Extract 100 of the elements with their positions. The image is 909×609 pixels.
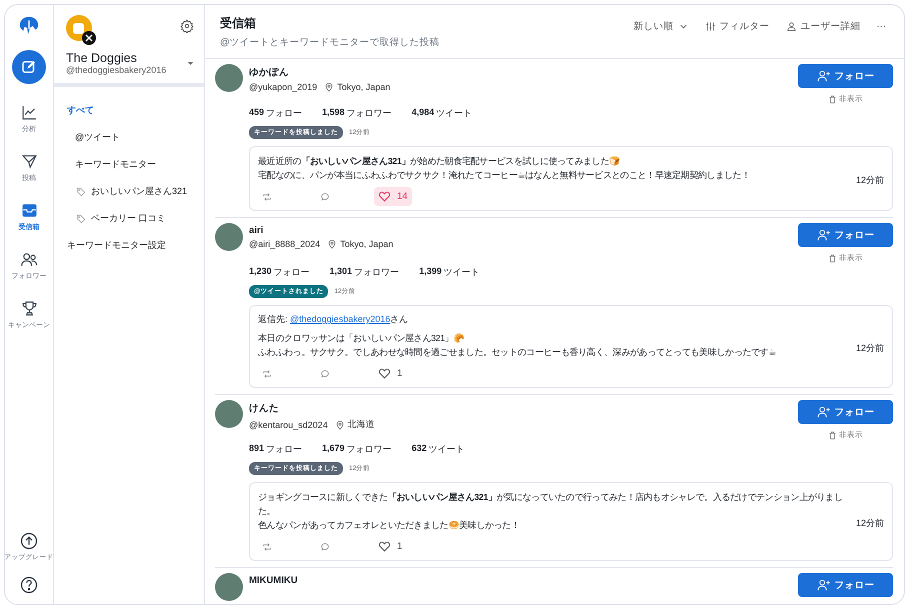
user-name: airi bbox=[249, 225, 264, 236]
stat-label: フォロー bbox=[266, 107, 302, 120]
reply-icon[interactable] bbox=[320, 192, 330, 202]
location-pin-icon bbox=[334, 420, 345, 430]
user-location: Tokyo, Japan bbox=[337, 82, 390, 92]
mention-link[interactable]: @thedoggiesbakery2016 bbox=[290, 314, 390, 324]
page-subtitle: @ツイートとキーワードモニターで取得した投稿 bbox=[220, 36, 440, 49]
reply-line: 返信先: @thedoggiesbakery2016さん bbox=[258, 313, 410, 326]
user-avatar bbox=[215, 573, 243, 602]
stat-value: 891 bbox=[249, 443, 264, 456]
follow-button[interactable]: フォロー bbox=[798, 400, 893, 424]
post-text: ジョギングコースに新しくできた「おいしいパン屋さん321」が気になっていたので行ってみた！店内もオシャレで。入るだけでテンション上がりました。 bbox=[258, 491, 844, 518]
like-button[interactable]: 1 bbox=[374, 364, 406, 384]
menu-item-label: ベーカリー 口コミ bbox=[91, 212, 166, 225]
retweet-icon[interactable] bbox=[262, 368, 272, 379]
menu-item[interactable]: ベーカリー 口コミ bbox=[54, 205, 204, 232]
menu-item[interactable]: @ツイート bbox=[54, 124, 204, 151]
trophy-icon bbox=[20, 300, 38, 317]
user-handle: @airi_8888_2024 bbox=[249, 239, 320, 250]
page-title: 受信箱 bbox=[220, 15, 257, 32]
stat-value: 1,301 bbox=[330, 266, 352, 278]
user-location: 北海道 bbox=[348, 418, 375, 432]
like-button[interactable]: 1 bbox=[374, 537, 406, 556]
chart-icon bbox=[20, 104, 38, 121]
edit-icon bbox=[20, 58, 38, 76]
account-handle: @thedoggiesbakery2016 bbox=[66, 65, 166, 75]
location-pin-icon bbox=[327, 239, 338, 250]
stat-label: ツイート bbox=[444, 266, 480, 280]
stat-label: フォロー bbox=[274, 266, 310, 280]
toolbar-button[interactable]: 新しい順 bbox=[634, 20, 688, 32]
help-icon[interactable] bbox=[20, 576, 38, 594]
stat-value: 1,230 bbox=[249, 266, 272, 278]
trash-icon bbox=[828, 94, 837, 104]
inbox-icon bbox=[20, 202, 38, 219]
tag-icon bbox=[76, 214, 86, 224]
post-text: ふわふわっ。サクサク。でしあわせな時間を過ごせました。セットのコーヒーも香り高く、深みがあってとっても美味しかったです☕ bbox=[258, 346, 777, 360]
user-icon bbox=[786, 20, 796, 32]
post-time: 12分前 bbox=[856, 516, 884, 530]
stat-value: 459 bbox=[249, 107, 264, 119]
user-handle: @kentarou_sd2024 bbox=[249, 420, 328, 430]
post-text: 宅配なのに、パンが本当にふわふわでサクサク！淹れたてコーヒー☕はなんと無料サービスとのこと！早速定期契約しました！ bbox=[258, 169, 751, 182]
post-time: 12分前 bbox=[856, 174, 884, 187]
add-user-icon bbox=[816, 69, 830, 83]
more-button[interactable]: ··· bbox=[876, 20, 886, 32]
post-text: 色んなパンがあってカフェオレといただきました🥯美味しかった！ bbox=[258, 519, 521, 532]
menu-item-label: おいしいパン屋さん321 bbox=[91, 185, 188, 198]
stat-value: 1,598 bbox=[322, 107, 345, 119]
account-name: The Doggies bbox=[66, 51, 138, 65]
send-icon bbox=[20, 153, 38, 170]
stat-value: 4,984 bbox=[412, 107, 434, 119]
stat-label: フォロー bbox=[266, 443, 302, 456]
account-avatar bbox=[66, 15, 96, 45]
settings-icon[interactable] bbox=[180, 19, 194, 33]
stat-label: フォロワー bbox=[346, 107, 392, 120]
menu-item[interactable]: すべて bbox=[54, 97, 204, 124]
heart-icon bbox=[378, 367, 391, 380]
location-pin-icon bbox=[324, 82, 334, 92]
stat-label: ツイート bbox=[436, 107, 472, 120]
follow-button[interactable]: フォロー bbox=[798, 573, 893, 598]
reply-icon[interactable] bbox=[320, 542, 330, 552]
trash-icon bbox=[828, 430, 837, 440]
toolbar-button[interactable]: ユーザー詳細 bbox=[786, 20, 860, 32]
tag-icon bbox=[76, 186, 86, 196]
user-name: ゆかぽん bbox=[249, 66, 290, 79]
stat-label: ツイート bbox=[428, 443, 465, 456]
post-text: 本日のクロワッサンは「おいしいパン屋さん321」🥐 bbox=[258, 332, 465, 346]
stat-value: 632 bbox=[412, 443, 427, 456]
retweet-icon[interactable] bbox=[262, 192, 272, 202]
stat-value: 1,679 bbox=[322, 443, 345, 456]
reply-icon[interactable] bbox=[320, 368, 330, 379]
stat-label: フォロワー bbox=[346, 443, 392, 456]
arrow-up-circle-icon bbox=[20, 532, 38, 550]
user-handle: @yukapon_2019 bbox=[249, 82, 318, 92]
menu-item[interactable]: おいしいパン屋さん321 bbox=[54, 178, 204, 205]
sliders-icon bbox=[704, 20, 716, 32]
add-user-icon bbox=[816, 405, 830, 420]
people-icon bbox=[20, 251, 38, 268]
user-location: Tokyo, Japan bbox=[340, 239, 394, 250]
post-time: 12分前 bbox=[856, 342, 884, 355]
follow-button[interactable]: フォロー bbox=[798, 223, 893, 248]
trash-icon bbox=[828, 254, 837, 263]
add-user-icon bbox=[816, 228, 830, 242]
follow-button[interactable]: フォロー bbox=[798, 64, 893, 88]
like-button[interactable]: 14 bbox=[374, 187, 412, 206]
user-avatar bbox=[215, 223, 243, 252]
user-avatar bbox=[215, 64, 243, 92]
caret-icon[interactable] bbox=[187, 60, 194, 66]
toolbar-button[interactable]: フィルター bbox=[704, 20, 770, 32]
heart-icon bbox=[378, 540, 391, 554]
user-avatar bbox=[215, 400, 243, 428]
menu-item[interactable]: キーワードモニター設定 bbox=[54, 232, 204, 259]
add-user-icon bbox=[816, 578, 830, 592]
retweet-icon[interactable] bbox=[262, 542, 272, 552]
user-name: けんた bbox=[249, 402, 280, 416]
heart-icon bbox=[378, 190, 391, 204]
post-text: 最近近所の「おいしいパン屋さん321」が始めた朝食宅配サービスを試しに使ってみました🍞 bbox=[258, 155, 621, 168]
stat-value: 1,399 bbox=[419, 266, 442, 278]
menu-item[interactable]: キーワードモニター bbox=[54, 151, 204, 178]
user-name: MIKUMIKU bbox=[249, 575, 299, 586]
compose-button[interactable] bbox=[12, 50, 46, 84]
